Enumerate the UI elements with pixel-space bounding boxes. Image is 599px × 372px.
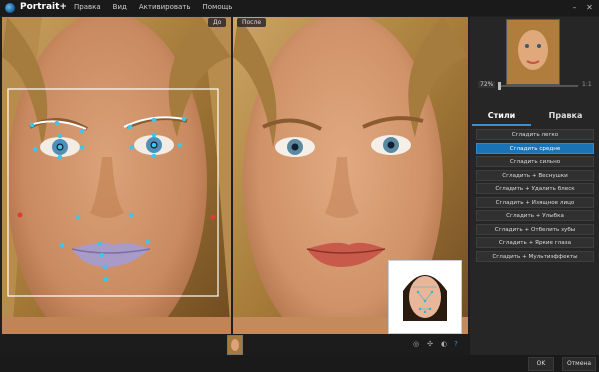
preset-item[interactable]: Сгладить легко bbox=[476, 129, 594, 140]
face-preview-image bbox=[389, 261, 461, 333]
preset-item[interactable]: Сгладить + Изящное лицо bbox=[476, 196, 594, 208]
help-icon[interactable]: ? bbox=[452, 340, 460, 348]
zoom-slider[interactable] bbox=[498, 85, 578, 87]
navigator-thumbnail[interactable] bbox=[506, 19, 560, 85]
app-title: Portrait+ bbox=[20, 2, 67, 12]
mask-icon[interactable]: ✣ bbox=[426, 340, 434, 348]
zoom-value[interactable]: 72% bbox=[478, 81, 496, 88]
before-label: До bbox=[208, 18, 227, 27]
menu-edit[interactable]: Правка bbox=[74, 3, 101, 11]
panel-tabs: Стили Правка bbox=[472, 108, 597, 126]
tab-edit[interactable]: Правка bbox=[534, 108, 597, 124]
preset-item-selected[interactable]: Сгладить средне bbox=[476, 142, 594, 154]
close-icon[interactable]: ✕ bbox=[585, 3, 594, 12]
preset-item[interactable]: Сгладить + Удалить блеск bbox=[476, 183, 594, 194]
menu-help[interactable]: Помощь bbox=[203, 3, 233, 11]
menu-view[interactable]: Вид bbox=[113, 3, 127, 11]
preset-item[interactable]: Сгладить + Улыбка bbox=[476, 210, 594, 221]
preset-item[interactable]: Сгладить + Яркие глаза bbox=[476, 237, 594, 248]
filmstrip-thumbnail[interactable] bbox=[227, 335, 243, 355]
before-view[interactable]: До bbox=[2, 17, 231, 334]
navigator-image bbox=[507, 20, 559, 84]
zoom-slider-handle[interactable] bbox=[498, 82, 501, 90]
zoom-fit-button[interactable]: 1:1 bbox=[582, 81, 592, 88]
before-portrait bbox=[2, 17, 231, 334]
hand-icon[interactable]: ◐ bbox=[440, 340, 448, 348]
preset-item[interactable]: Сгладить сильно bbox=[476, 156, 594, 167]
ok-button[interactable]: OK bbox=[528, 357, 554, 371]
title-bar: Portrait+ Правка Вид Активировать Помощь… bbox=[0, 0, 599, 16]
preset-item[interactable]: Сгладить + Мультиэффекты bbox=[476, 250, 594, 262]
filmstrip-image bbox=[228, 336, 242, 354]
menu-activate[interactable]: Активировать bbox=[139, 3, 191, 11]
preset-list: Сгладить легко Сгладить средне Сгладить … bbox=[476, 129, 594, 264]
face-detect-icon[interactable]: ◎ bbox=[412, 340, 420, 348]
dialog-footer: OK Отмена bbox=[0, 355, 599, 372]
after-view[interactable]: После bbox=[233, 17, 468, 334]
after-label: После bbox=[237, 18, 267, 27]
menu-bar: Правка Вид Активировать Помощь bbox=[74, 3, 232, 11]
zoom-control: 72% 1:1 bbox=[476, 81, 594, 91]
minimize-icon[interactable]: – bbox=[570, 3, 579, 12]
preset-item[interactable]: Сгладить + Отбелить зубы bbox=[476, 223, 594, 235]
tab-styles[interactable]: Стили bbox=[472, 108, 531, 126]
preset-item[interactable]: Сгладить + Веснушки bbox=[476, 169, 594, 181]
side-panel: 72% 1:1 Стили Правка Сгладить легко Сгла… bbox=[470, 17, 599, 355]
face-preview-inset bbox=[388, 260, 462, 334]
bottom-toolbar: ◎ ✣ ◐ ? bbox=[0, 334, 470, 355]
app-logo-icon bbox=[5, 3, 15, 13]
cancel-button[interactable]: Отмена bbox=[562, 357, 596, 371]
